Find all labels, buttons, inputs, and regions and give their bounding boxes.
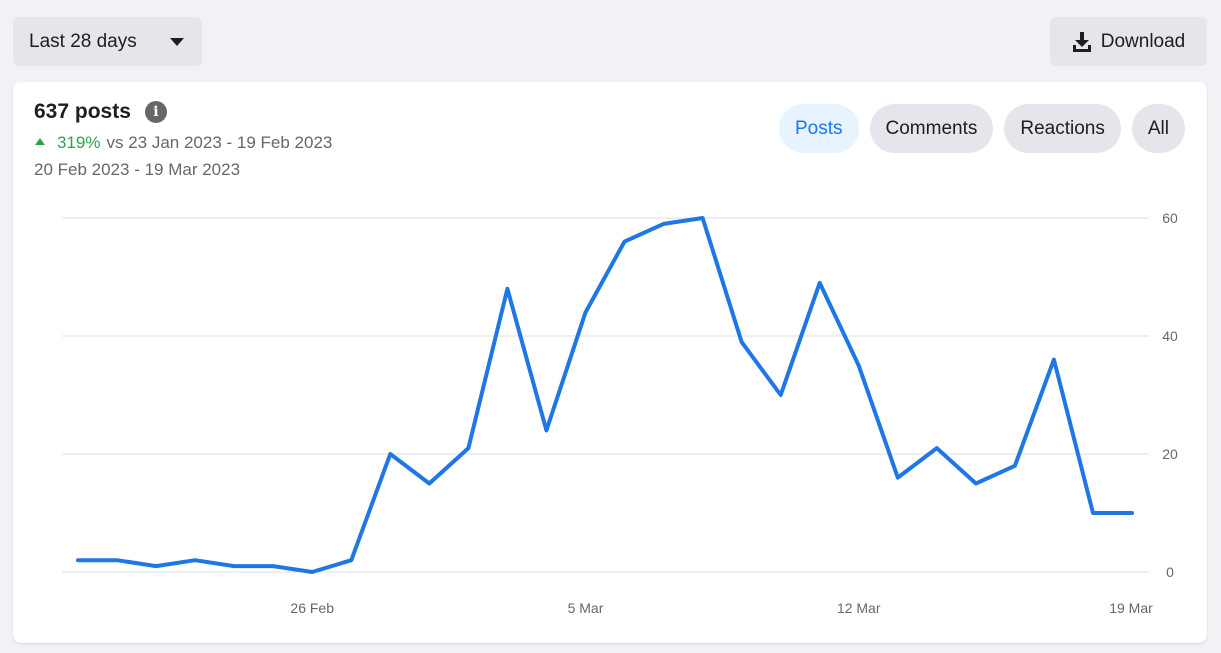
x-tick-label: 26 Feb [290, 600, 334, 616]
x-tick-label: 12 Mar [837, 600, 881, 616]
chevron-down-icon [170, 37, 184, 46]
y-tick-label: 40 [1162, 328, 1178, 344]
posts-chart-card: 637 posts i 319% vs 23 Jan 2023 - 19 Feb… [13, 82, 1207, 643]
posts-series-line [76, 216, 1134, 574]
x-tick-label: 5 Mar [568, 600, 604, 616]
download-button[interactable]: Download [1050, 17, 1207, 66]
y-tick-label: 20 [1162, 446, 1178, 462]
y-tick-label: 0 [1166, 564, 1174, 580]
date-range-label: Last 28 days [29, 30, 137, 52]
y-tick-label: 60 [1162, 210, 1178, 226]
date-range-dropdown[interactable]: Last 28 days [13, 17, 202, 66]
x-tick-label: 19 Mar [1109, 600, 1153, 616]
download-icon [1072, 31, 1091, 52]
posts-line-chart: 0 20 40 60 26 Feb 5 Mar 12 Mar 19 Mar [62, 210, 1178, 616]
download-label: Download [1100, 30, 1186, 52]
